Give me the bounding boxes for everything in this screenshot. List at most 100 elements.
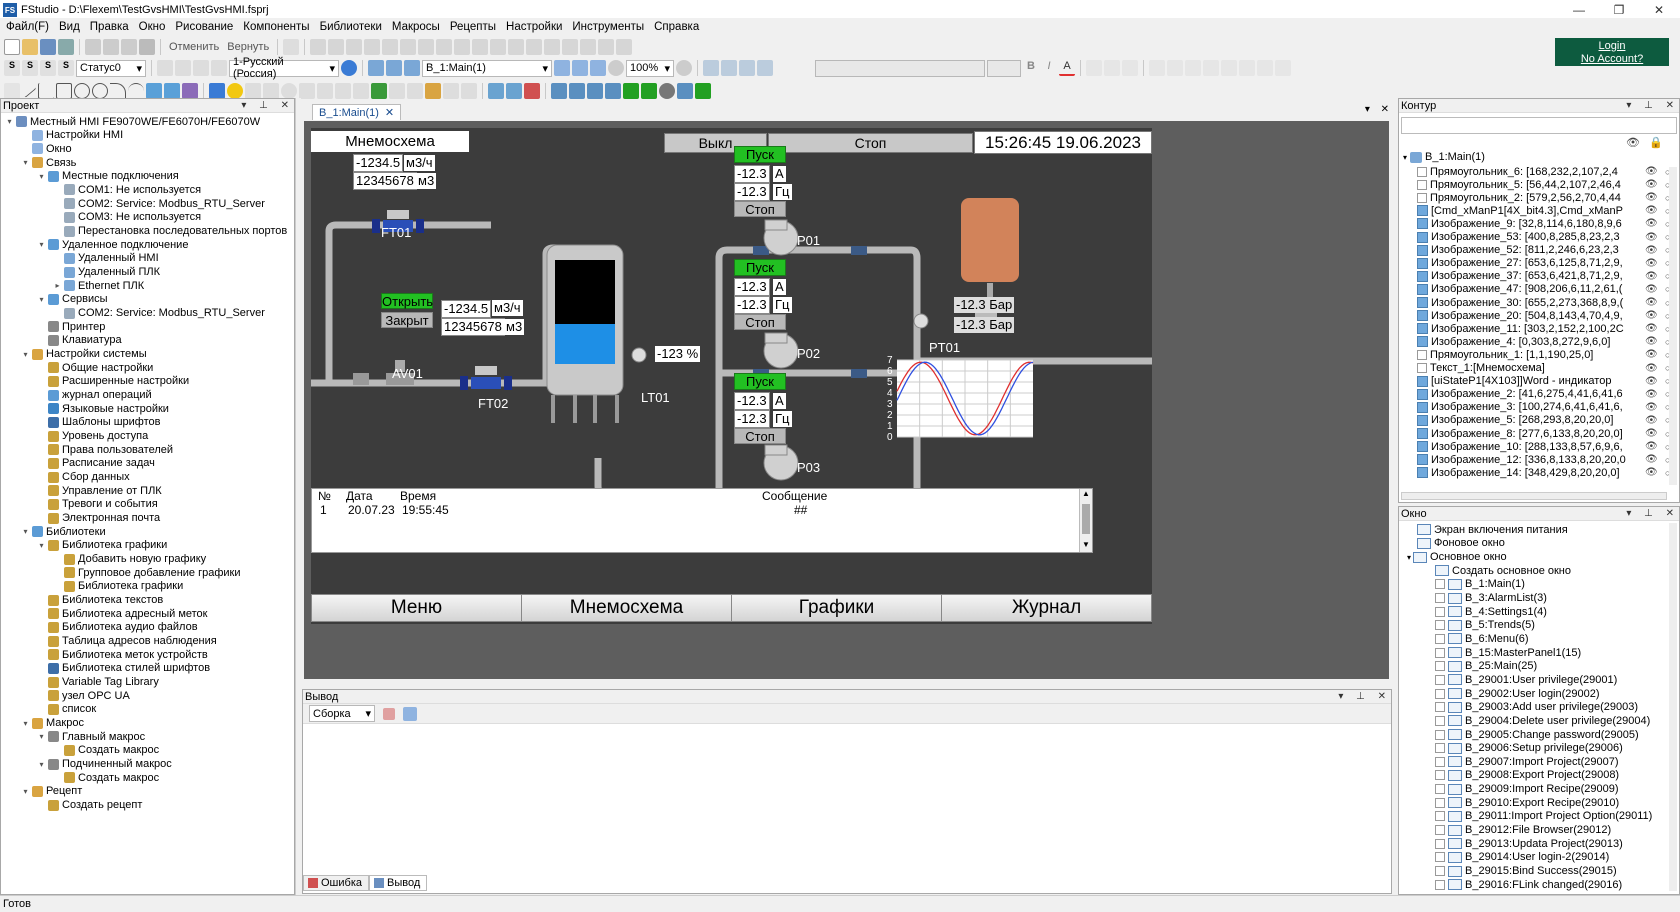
menu-item-8[interactable]: Рецепты xyxy=(448,21,504,33)
window-item[interactable]: Экран включения питания xyxy=(1417,523,1568,537)
text-frame3-icon[interactable] xyxy=(193,60,209,76)
window-item[interactable]: B_29016:FLink changed(29016) xyxy=(1435,878,1622,891)
tree-item[interactable]: Расписание задач xyxy=(37,457,155,470)
contour-item[interactable]: Изображение_30: [655,2,273,368,8,9,(👁 ○ xyxy=(1417,296,1679,309)
visibility-icon[interactable]: 👁 xyxy=(1645,271,1658,282)
tree-item[interactable]: Создать макрос xyxy=(53,771,159,784)
tree-item[interactable]: Окно xyxy=(21,142,72,155)
project-scrollbar[interactable] xyxy=(295,98,301,895)
window-checkbox[interactable] xyxy=(1435,879,1445,890)
monitor-icon[interactable] xyxy=(677,83,693,99)
contour-item[interactable]: Изображение_14: [348,429,8,20,20,0] 👁 ○ xyxy=(1417,466,1679,479)
expander-icon[interactable]: ▸ xyxy=(53,281,62,290)
tree-item[interactable]: Библиотека адресный меток xyxy=(37,607,207,620)
tree-item[interactable]: Удаленный ПЛК xyxy=(53,265,160,278)
format-f-icon[interactable] xyxy=(1239,60,1255,76)
visibility-icon[interactable]: 👁 xyxy=(1645,192,1658,203)
contour-item[interactable]: Изображение_4: [0,303,8,272,9,6,0] 👁 ○ xyxy=(1417,335,1679,348)
picture-icon[interactable] xyxy=(164,83,180,99)
tree-item[interactable]: Уровень доступа xyxy=(37,429,148,442)
expander-icon[interactable]: ▾ xyxy=(21,719,30,728)
window-item[interactable]: B_29006:Setup privilege(29006) xyxy=(1435,741,1623,755)
expander-icon[interactable]: ▾ xyxy=(37,295,46,304)
contour-item[interactable]: Изображение_53: [400,8,285,8,23,2,3 👁 ○ xyxy=(1417,231,1679,244)
meter-tool-icon[interactable] xyxy=(281,83,297,99)
scroll-up-icon[interactable]: ▲ xyxy=(1080,489,1092,498)
alarm-col-header[interactable]: Время xyxy=(400,489,436,503)
new-file-icon[interactable] xyxy=(4,39,20,55)
output-source-combo[interactable]: Сборка ▾ xyxy=(309,705,375,722)
menu-item-5[interactable]: Компоненты xyxy=(241,21,317,33)
polyline-icon[interactable] xyxy=(38,83,54,99)
format-d-icon[interactable] xyxy=(1203,60,1219,76)
visibility-icon[interactable]: 👁 xyxy=(1645,310,1658,321)
tree-item[interactable]: ▾ Местные подключения xyxy=(37,170,178,183)
tree-item[interactable]: Библиотека графики xyxy=(53,580,183,593)
alarm-scrollbar[interactable]: ▲ ▼ xyxy=(1079,489,1092,552)
menu-item-2[interactable]: Правка xyxy=(88,21,137,33)
window-checkbox[interactable] xyxy=(1435,866,1445,876)
visibility-icon[interactable]: 👁 xyxy=(1645,363,1658,374)
tree-item[interactable]: COM1: Не используется xyxy=(53,183,201,196)
contour-hscroll[interactable] xyxy=(1401,492,1667,500)
contour-item[interactable]: Изображение_52: [811,2,246,6,23,2,3 👁 ○ xyxy=(1417,244,1679,257)
expander-icon[interactable]: ▾ xyxy=(37,541,46,550)
contour-item[interactable]: Изображение_3: [100,274,6,41,6,41,6, 👁 ○ xyxy=(1417,401,1679,414)
close-icon[interactable]: ✕ xyxy=(1636,0,1680,20)
window-item[interactable]: B_29005:Change password(29005) xyxy=(1435,728,1639,742)
ruler-icon[interactable] xyxy=(739,60,755,76)
alarm-tool-icon[interactable] xyxy=(389,83,405,99)
align-center-icon[interactable] xyxy=(328,39,345,55)
tree-item[interactable]: ▸ Ethernet ПЛК xyxy=(53,279,144,292)
visibility-icon[interactable]: 👁 xyxy=(1645,454,1658,465)
tree-item[interactable]: Принтер xyxy=(37,320,105,333)
window-item[interactable]: B_29001:User privilege(29001) xyxy=(1435,673,1617,687)
text-frame-icon[interactable] xyxy=(157,60,173,76)
tree-item[interactable]: COM2: Service: Modbus_RTU_Server xyxy=(53,197,265,210)
tree-item[interactable]: Перестановка последовательных портов xyxy=(53,224,287,237)
tree-item[interactable]: ▾ Библиотека графики xyxy=(37,539,167,552)
menu-item-7[interactable]: Макросы xyxy=(390,21,448,33)
text-frame4-icon[interactable] xyxy=(211,60,227,76)
run-offline-icon[interactable] xyxy=(641,83,657,99)
visibility-icon[interactable]: 👁 xyxy=(1645,349,1658,360)
tree-item[interactable]: журнал операций xyxy=(37,388,152,401)
pump-stop-button[interactable]: Стоп xyxy=(734,314,786,330)
tree-item[interactable]: Групповое добавление графики xyxy=(53,566,241,579)
window-checkbox[interactable] xyxy=(1435,729,1445,740)
window-item[interactable]: B_29002:User login(29002) xyxy=(1435,687,1600,701)
pump-start-button[interactable]: Пуск xyxy=(734,259,786,276)
align-top-icon[interactable] xyxy=(364,39,381,55)
tree-item[interactable]: Клавиатура xyxy=(37,334,122,347)
same-width-icon[interactable] xyxy=(454,39,471,55)
panel-controls-icon[interactable]: ▾ ⊥ ✕ xyxy=(241,100,294,111)
open-folder-icon[interactable] xyxy=(22,39,38,55)
window-item[interactable]: B_1:Main(1) xyxy=(1435,578,1525,592)
recipe-tool-icon[interactable] xyxy=(407,83,423,99)
format-e-icon[interactable] xyxy=(1221,60,1237,76)
ellipse-icon[interactable] xyxy=(92,83,108,99)
contour-item[interactable]: Изображение_10: [288,133,8,57,6,9,6, 👁 ○ xyxy=(1417,440,1679,453)
contour-item[interactable]: Изображение_47: [908,206,6,11,2,61,(👁 ○ xyxy=(1417,283,1679,296)
tree-item[interactable]: Настройки HMI xyxy=(21,129,123,142)
contour-item[interactable]: Прямоугольник_1: [1,1,190,25,0] 👁 ○ xyxy=(1417,348,1679,361)
window-item[interactable]: B_29010:Export Recipe(29010) xyxy=(1435,796,1619,810)
tree-item[interactable]: ▾ Макрос xyxy=(21,716,83,729)
contour-item[interactable]: Прямоугольник_5: [56,44,2,107,2,46,4 👁 ○ xyxy=(1417,178,1679,191)
text-tool-icon[interactable] xyxy=(245,83,261,99)
format-h-icon[interactable] xyxy=(1275,60,1291,76)
state-s2-icon[interactable]: S xyxy=(40,60,56,76)
window-item[interactable]: B_29012:File Browser(29012) xyxy=(1435,823,1611,837)
text-left-icon[interactable] xyxy=(1086,60,1102,76)
flip-v-icon[interactable] xyxy=(580,39,597,55)
nav-button[interactable]: Мнемосхема xyxy=(521,594,732,622)
window-checkbox[interactable] xyxy=(1435,797,1445,808)
snap-icon[interactable] xyxy=(721,60,737,76)
tree-item[interactable]: Добавить новую графику xyxy=(53,552,206,565)
text-right-icon[interactable] xyxy=(1122,60,1138,76)
align-right-icon[interactable] xyxy=(346,39,363,55)
clean-icon[interactable] xyxy=(524,83,540,99)
menu-item-10[interactable]: Инструменты xyxy=(570,21,652,33)
window-item[interactable]: B_3:AlarmList(3) xyxy=(1435,591,1547,605)
prev-screen-icon[interactable] xyxy=(554,60,570,76)
